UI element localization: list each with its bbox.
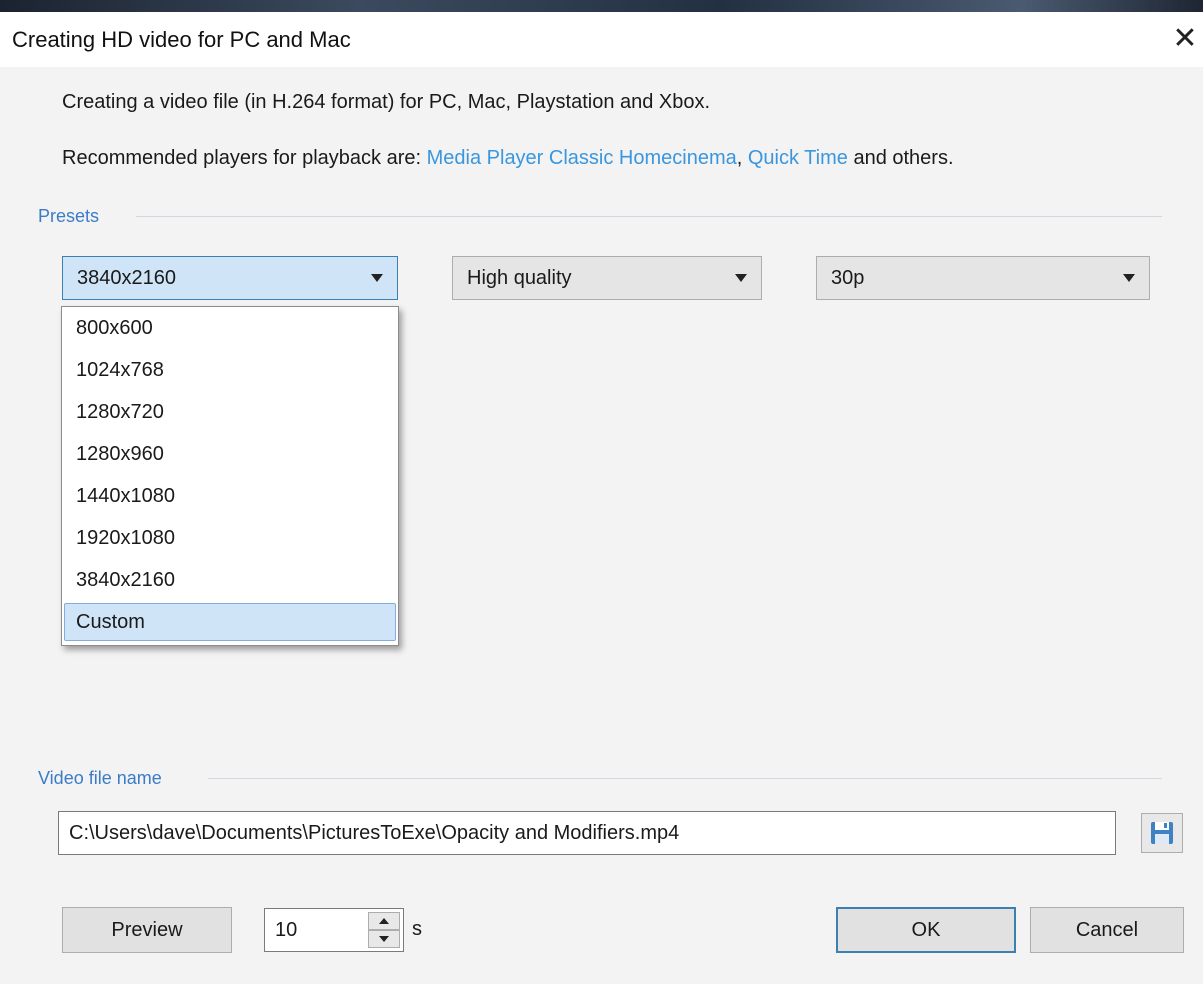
ok-button[interactable]: OK (836, 907, 1016, 953)
recommended-prefix: Recommended players for playback are: (62, 147, 427, 169)
framerate-value: 30p (831, 267, 865, 289)
dropdown-option-highlighted[interactable]: Custom (64, 603, 396, 641)
link-quick-time[interactable]: Quick Time (748, 147, 848, 169)
arrow-down-icon (379, 936, 389, 942)
chevron-down-icon (1123, 274, 1135, 282)
video-file-divider (208, 778, 1162, 779)
title-bar: Creating HD video for PC and Mac ✕ (0, 12, 1203, 67)
framerate-combo[interactable]: 30p (816, 256, 1150, 300)
resolution-value: 3840x2160 (77, 267, 176, 289)
video-file-path-input[interactable]: C:\Users\dave\Documents\PicturesToExe\Op… (58, 811, 1116, 855)
quality-value: High quality (467, 267, 572, 289)
duration-value[interactable]: 10 (275, 919, 297, 942)
duration-unit: s (412, 918, 422, 940)
dropdown-option[interactable]: 1440x1080 (64, 477, 396, 515)
presets-label: Presets (38, 206, 100, 226)
dropdown-option[interactable]: 1280x720 (64, 393, 396, 431)
presets-divider (136, 216, 1162, 217)
floppy-disk-icon (1151, 822, 1173, 844)
dropdown-option[interactable]: 1024x768 (64, 351, 396, 389)
resolution-dropdown-list: 800x600 1024x768 1280x720 1280x960 1440x… (61, 306, 399, 646)
close-icon[interactable]: ✕ (1168, 22, 1202, 56)
recommended-players-line: Recommended players for playback are: Me… (62, 147, 954, 170)
recommended-suffix: and others. (847, 147, 954, 169)
background-desktop (0, 0, 1203, 12)
dialog-title: Creating HD video for PC and Mac (12, 27, 351, 52)
save-file-button[interactable] (1141, 813, 1183, 853)
resolution-combo[interactable]: 3840x2160 (62, 256, 398, 300)
link-separator: , (736, 147, 748, 169)
description-line: Creating a video file (in H.264 format) … (62, 91, 711, 113)
quality-combo[interactable]: High quality (452, 256, 762, 300)
decrement-button[interactable] (368, 930, 400, 948)
chevron-down-icon (735, 274, 747, 282)
link-media-player-classic[interactable]: Media Player Classic Homecinema (427, 147, 737, 169)
dropdown-option[interactable]: 1920x1080 (64, 519, 396, 557)
dropdown-option[interactable]: 800x600 (64, 309, 396, 347)
video-file-name-label: Video file name (38, 768, 162, 788)
dropdown-option[interactable]: 3840x2160 (64, 561, 396, 599)
chevron-down-icon (371, 274, 383, 282)
arrow-up-icon (379, 918, 389, 924)
export-dialog: Creating HD video for PC and Mac ✕ Creat… (0, 12, 1203, 984)
increment-button[interactable] (368, 912, 400, 930)
preview-button[interactable]: Preview (62, 907, 232, 953)
dropdown-option[interactable]: 1280x960 (64, 435, 396, 473)
cancel-button[interactable]: Cancel (1030, 907, 1184, 953)
preview-duration-stepper[interactable]: 10 (264, 908, 404, 952)
